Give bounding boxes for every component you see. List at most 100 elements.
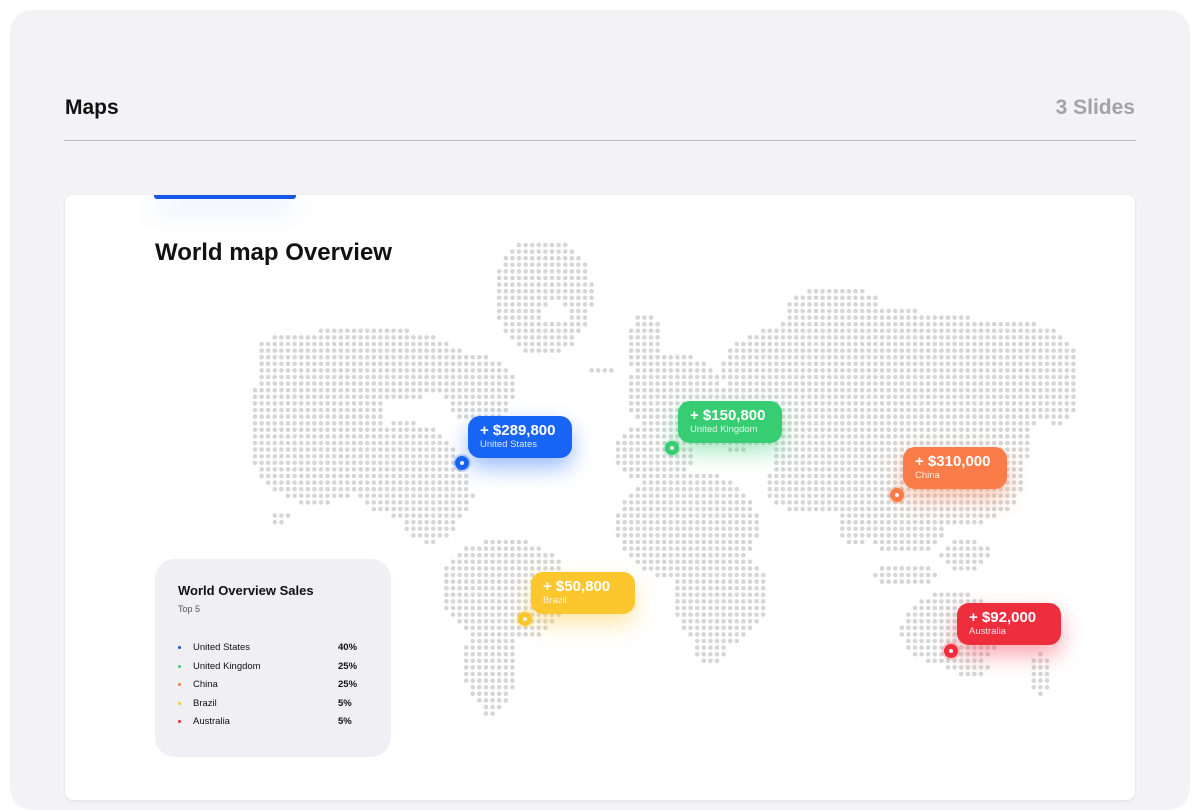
- map-dot: [1024, 420, 1030, 426]
- map-dot: [859, 328, 865, 334]
- map-dot: [727, 361, 733, 367]
- map-dot: [457, 612, 462, 617]
- map-dot: [675, 387, 680, 393]
- map-dot: [582, 321, 588, 327]
- map-dot: [668, 552, 674, 558]
- map-dot: [562, 288, 568, 294]
- map-dot: [813, 348, 819, 353]
- map-dot: [351, 381, 357, 386]
- map-dot: [417, 381, 423, 386]
- map-dot: [727, 632, 733, 637]
- map-dot: [298, 361, 304, 367]
- map-dot: [424, 480, 429, 485]
- map-dot: [259, 381, 264, 386]
- map-dot: [411, 526, 416, 532]
- map-dot: [985, 328, 990, 334]
- map-slide-card[interactable]: World map Overview + $289,800 United Sta…: [65, 195, 1135, 800]
- map-dot: [635, 533, 641, 538]
- map-dot: [985, 434, 990, 439]
- map-dot: [364, 348, 370, 353]
- map-dot: [978, 500, 984, 505]
- map-dot: [813, 335, 819, 340]
- map-dot: [721, 539, 726, 545]
- map-dot: [358, 374, 363, 380]
- map-dot: [371, 420, 377, 426]
- map-dot: [939, 533, 944, 538]
- map-dot: [529, 546, 535, 551]
- callout-australia[interactable]: + $92,000 Australia: [957, 603, 1061, 645]
- callout-united-states[interactable]: + $289,800 United States: [468, 416, 572, 458]
- map-dot: [675, 552, 680, 558]
- map-dot: [727, 605, 733, 611]
- map-dot: [879, 467, 885, 472]
- map-dot: [859, 493, 865, 499]
- map-dot: [628, 381, 634, 386]
- map-dot: [853, 420, 858, 426]
- callout-china[interactable]: + $310,000 China: [903, 447, 1007, 489]
- map-dot: [417, 533, 423, 538]
- map-dot: [912, 401, 918, 406]
- marker-brazil[interactable]: [518, 612, 532, 626]
- map-dot: [906, 401, 911, 406]
- map-dot: [430, 467, 436, 472]
- map-dot: [800, 387, 806, 393]
- map-dot: [668, 539, 674, 545]
- marker-australia[interactable]: [944, 644, 958, 658]
- map-dot: [727, 480, 733, 485]
- map-dot: [661, 500, 667, 505]
- map-dot: [846, 295, 852, 301]
- map-dot: [457, 566, 462, 571]
- map-dot: [991, 341, 997, 347]
- map-dot: [780, 480, 786, 485]
- map-dot: [741, 552, 746, 558]
- map-dot: [496, 625, 502, 631]
- map-dot: [899, 533, 905, 538]
- map-dot: [1018, 427, 1023, 433]
- map-dot: [912, 427, 918, 433]
- map-dot: [820, 315, 825, 320]
- map-dot: [325, 473, 330, 479]
- marker-china[interactable]: [890, 488, 904, 502]
- map-dot: [912, 348, 918, 353]
- map-dot: [279, 354, 284, 360]
- map-dot: [919, 533, 924, 538]
- map-dot: [734, 572, 740, 578]
- map-dot: [681, 572, 687, 578]
- map-dot: [866, 440, 872, 446]
- map-dot: [694, 618, 700, 624]
- map-dot: [338, 460, 344, 466]
- map-dot: [952, 493, 957, 499]
- marker-united-states[interactable]: [455, 456, 469, 470]
- map-dot: [892, 453, 898, 459]
- map-dot: [1011, 401, 1017, 406]
- map-dot: [958, 427, 964, 433]
- map-dot: [694, 381, 700, 386]
- map-dot: [899, 341, 905, 347]
- callout-united-kingdom[interactable]: + $150,800 United Kingdom: [678, 401, 782, 443]
- map-dot: [450, 467, 456, 472]
- map-dot: [701, 618, 707, 624]
- map-dot: [338, 341, 344, 347]
- map-dot: [411, 480, 416, 485]
- map-dot: [998, 321, 1004, 327]
- map-dot: [576, 295, 581, 301]
- map-dot: [523, 632, 528, 637]
- map-dot: [807, 440, 812, 446]
- map-dot: [820, 500, 825, 505]
- callout-brazil[interactable]: + $50,800 Brazil: [531, 572, 635, 614]
- map-dot: [840, 519, 845, 525]
- map-dot: [840, 506, 845, 512]
- legend-title: World Overview Sales: [178, 583, 314, 598]
- marker-united-kingdom[interactable]: [665, 441, 679, 455]
- map-dot: [727, 599, 733, 604]
- map-dot: [932, 354, 938, 360]
- map-dot: [998, 414, 1004, 419]
- map-dot: [694, 592, 700, 598]
- map-dot: [932, 401, 938, 406]
- map-dot: [873, 440, 878, 446]
- map-dot: [655, 500, 660, 505]
- map-dot: [305, 394, 311, 400]
- map-dot: [939, 401, 944, 406]
- map-dot: [813, 500, 819, 505]
- map-dot: [1044, 407, 1050, 413]
